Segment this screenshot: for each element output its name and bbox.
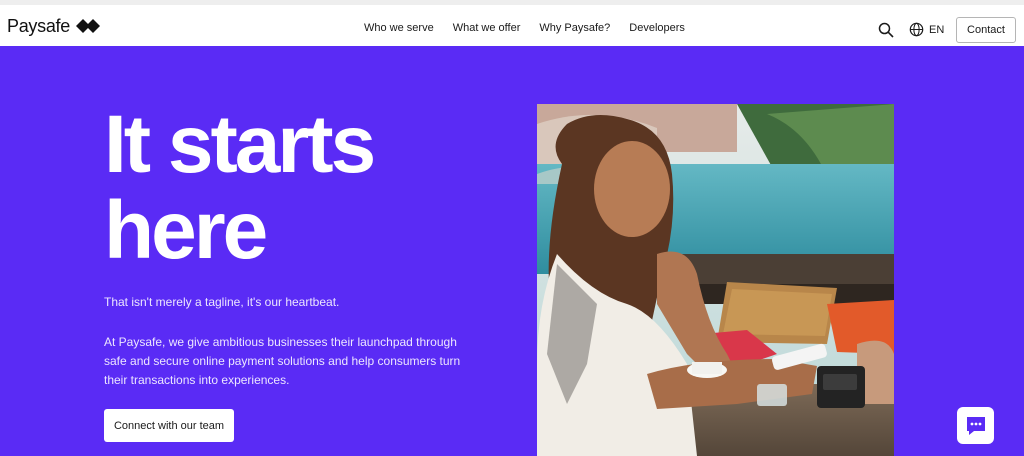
nav-item-what-we-offer[interactable]: What we offer	[453, 22, 521, 34]
paysafe-logo[interactable]: Paysafe	[7, 12, 100, 40]
chat-bubble-icon	[966, 416, 985, 435]
logo-text: Paysafe	[7, 15, 70, 36]
language-selector[interactable]: EN	[909, 22, 944, 37]
contact-button[interactable]: Contact	[956, 17, 1016, 43]
hero-description: At Paysafe, we give ambitious businesses…	[104, 335, 461, 387]
connect-with-team-button[interactable]: Connect with our team	[104, 409, 234, 442]
hero-title: It starts here	[104, 102, 524, 274]
nav-item-why-paysafe[interactable]: Why Paysafe?	[539, 22, 610, 34]
woman-paying-at-cafe-photo	[537, 104, 894, 456]
hero-title-line-2: here	[104, 185, 268, 276]
main-nav: Who we serve What we offer Why Paysafe? …	[364, 18, 685, 38]
search-icon[interactable]	[878, 22, 894, 38]
top-navigation-bar: Paysafe Who we serve What we offer Why P…	[0, 0, 1024, 46]
diamond-logo-icon	[75, 19, 100, 33]
nav-item-who-we-serve[interactable]: Who we serve	[364, 22, 434, 34]
globe-icon	[909, 22, 924, 37]
nav-item-developers[interactable]: Developers	[629, 22, 685, 34]
hero-tagline: That isn't merely a tagline, it's our he…	[104, 295, 340, 309]
language-label: EN	[929, 23, 945, 36]
hero-title-line-1: It starts	[104, 99, 376, 190]
chat-button[interactable]	[957, 407, 994, 444]
